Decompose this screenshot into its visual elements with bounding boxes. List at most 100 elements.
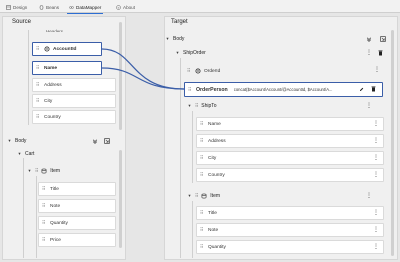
design-icon [6, 4, 11, 10]
target-body-header[interactable]: ▾ Body [165, 36, 184, 42]
source-item-tree-line [36, 176, 37, 258]
tab-about[interactable]: ? About [116, 2, 135, 12]
orderid-kebab-icon[interactable]: ⋮ [374, 66, 380, 73]
drag-handle-icon[interactable]: ⠿ [36, 46, 41, 52]
target-shipto-address[interactable]: ⠿ Address ⋮ [196, 134, 384, 148]
target-shipto-country[interactable]: ⠿ Country ⋮ [196, 168, 384, 182]
source-field-quantity-label: Quantity [50, 220, 68, 226]
source-field-accountid-label: AccountId [53, 46, 77, 52]
source-field-country[interactable]: ⠿ Country [32, 110, 116, 124]
datamapper-icon [69, 5, 74, 9]
source-field-note[interactable]: ⠿ Note [38, 199, 116, 213]
chevron-down-icon[interactable]: ▾ [187, 103, 192, 109]
drag-handle-icon[interactable]: ⠿ [42, 220, 47, 226]
source-field-address[interactable]: ⠿ Address [32, 78, 116, 92]
chevron-down-icon[interactable]: ▾ [27, 168, 32, 174]
target-orderid[interactable]: ⠿ OrderId ⋮ [184, 64, 384, 78]
drag-handle-icon[interactable]: ⠿ [200, 227, 205, 233]
target-item-title[interactable]: ⠿ Title ⋮ [196, 206, 384, 220]
source-field-name-label: Name [44, 65, 58, 71]
target-shiporder-label: ShipOrder [183, 50, 206, 56]
source-field-accountid[interactable]: ⠿ AccountId [32, 42, 102, 56]
import-schema-icon[interactable] [104, 138, 110, 144]
source-item-label: Item [50, 168, 61, 174]
drag-handle-icon[interactable]: ⠿ [195, 193, 198, 199]
shipto-kebab-icon[interactable]: ⋮ [366, 102, 372, 109]
source-field-address-label: Address [44, 82, 62, 88]
source-field-quantity[interactable]: ⠿ Quantity [38, 216, 116, 230]
target-shipto-header[interactable]: ▾ ⠿ ShipTo [187, 103, 217, 109]
target-orderperson[interactable]: ⠿ OrderPerson concat($Account/Account/@A… [184, 82, 383, 97]
target-shipto-name[interactable]: ⠿ Name ⋮ [196, 117, 384, 131]
drag-handle-icon[interactable]: ⠿ [195, 103, 198, 109]
drag-handle-icon[interactable]: ⠿ [42, 186, 47, 192]
drag-handle-icon[interactable]: ⠿ [42, 237, 47, 243]
attribute-icon [44, 46, 50, 52]
target-shiporder-header[interactable]: ▾ ShipOrder [175, 50, 206, 56]
target-tree-line [180, 58, 181, 258]
tab-about-label: About [123, 4, 136, 10]
source-field-city[interactable]: ⠿ City [32, 94, 116, 108]
collapse-all-icon[interactable] [92, 138, 98, 144]
drag-handle-icon[interactable]: ⠿ [200, 155, 205, 161]
drag-handle-icon[interactable]: ⠿ [200, 210, 205, 216]
source-body-header[interactable]: ▾ Body [7, 138, 26, 144]
drag-handle-icon[interactable]: ⠿ [188, 87, 193, 93]
drag-handle-icon[interactable]: ⠿ [36, 65, 41, 71]
target-item-note[interactable]: ⠿ Note ⋮ [196, 223, 384, 237]
drag-handle-icon[interactable]: ⠿ [200, 121, 205, 127]
source-title: Source [12, 19, 32, 25]
target-shipto-city[interactable]: ⠿ City ⋮ [196, 151, 384, 165]
target-shipto-country-label: Country [208, 172, 225, 178]
source-cart-header[interactable]: ▾ Cart [17, 151, 34, 157]
source-scrollbar-top[interactable] [119, 22, 122, 130]
orderperson-expression[interactable]: concat($Account/Account/@AccountId, $Acc… [234, 87, 349, 92]
drag-handle-icon[interactable]: ⠿ [42, 203, 47, 209]
drag-handle-icon[interactable]: ⠿ [36, 82, 41, 88]
import-schema-icon[interactable] [380, 36, 386, 42]
shipto-country-kebab-icon[interactable]: ⋮ [373, 171, 379, 178]
drag-handle-icon[interactable]: ⠿ [187, 68, 192, 74]
item-quantity-kebab-icon[interactable]: ⋮ [373, 243, 379, 250]
shipto-city-kebab-icon[interactable]: ⋮ [373, 154, 379, 161]
target-shipto-city-label: City [208, 155, 217, 161]
drag-handle-icon[interactable]: ⠿ [200, 138, 205, 144]
item-note-kebab-icon[interactable]: ⋮ [373, 226, 379, 233]
drag-handle-icon[interactable]: ⠿ [35, 168, 38, 174]
shiporder-kebab-icon[interactable]: ⋮ [366, 49, 372, 56]
drag-handle-icon[interactable]: ⠿ [36, 98, 41, 104]
chevron-down-icon[interactable]: ▾ [165, 36, 170, 42]
help-icon: ? [116, 4, 121, 10]
drag-handle-icon[interactable]: ⠿ [200, 172, 205, 178]
chevron-down-icon[interactable]: ▾ [17, 151, 22, 157]
source-field-price-label: Price [50, 237, 61, 243]
target-body-label: Body [173, 36, 185, 42]
target-item-header[interactable]: ▾ ⠿ Item [187, 193, 220, 199]
chevron-down-icon[interactable]: ▾ [175, 50, 180, 56]
drag-handle-icon[interactable]: ⠿ [36, 114, 41, 120]
source-scrollbar-bottom[interactable] [119, 150, 122, 248]
chevron-down-icon[interactable]: ▾ [7, 138, 12, 144]
collapse-all-icon[interactable] [366, 36, 372, 42]
target-title: Target [171, 19, 188, 25]
target-item-quantity[interactable]: ⠿ Quantity ⋮ [196, 240, 384, 254]
shiporder-trash-icon[interactable] [378, 50, 383, 56]
target-scrollbar[interactable] [391, 30, 394, 256]
edit-pencil-icon[interactable] [359, 87, 364, 92]
target-item-tree-line [192, 201, 193, 258]
tab-design[interactable]: Design [6, 2, 27, 12]
source-field-title[interactable]: ⠿ Title [38, 182, 116, 196]
tab-beans[interactable]: Beans [39, 2, 59, 12]
drag-handle-icon[interactable]: ⠿ [200, 244, 205, 250]
orderperson-trash-icon[interactable] [371, 86, 376, 92]
source-field-name[interactable]: ⠿ Name [32, 61, 102, 75]
source-field-price[interactable]: ⠿ Price [38, 233, 116, 247]
shipto-name-kebab-icon[interactable]: ⋮ [373, 120, 379, 127]
tab-datamapper[interactable]: DataMapper [66, 2, 104, 14]
shipto-address-kebab-icon[interactable]: ⋮ [373, 137, 379, 144]
item-title-kebab-icon[interactable]: ⋮ [373, 209, 379, 216]
chevron-down-icon[interactable]: ▾ [187, 193, 192, 199]
source-item-header[interactable]: ▾ ⠿ Item [27, 168, 60, 174]
target-shipto-label: ShipTo [201, 103, 217, 109]
item-kebab-icon[interactable]: ⋮ [366, 192, 372, 199]
